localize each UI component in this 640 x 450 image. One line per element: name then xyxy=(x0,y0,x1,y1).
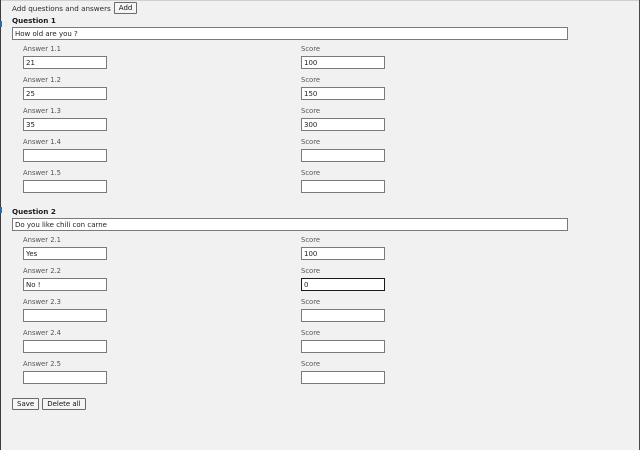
score-input[interactable] xyxy=(301,309,385,322)
page-header: Add questions and answers Add xyxy=(12,2,138,14)
answer-row: Answer 1.4 Score xyxy=(12,138,572,169)
question-title: Question 2 xyxy=(12,207,56,216)
answer-input[interactable] xyxy=(23,149,107,162)
score-field-group: Score xyxy=(301,329,385,353)
answer-input[interactable] xyxy=(23,56,107,69)
answer-input[interactable] xyxy=(23,340,107,353)
answer-row: Answer 1.1 Score xyxy=(12,45,572,76)
answer-field-group: Answer 2.5 xyxy=(23,360,107,384)
answer-input[interactable] xyxy=(23,371,107,384)
score-label: Score xyxy=(301,236,321,244)
score-field-group: Score xyxy=(301,107,385,131)
answer-field-group: Answer 1.4 xyxy=(23,138,107,162)
score-field-group: Score xyxy=(301,169,385,193)
score-label: Score xyxy=(301,107,321,115)
window-left-border xyxy=(0,0,1,450)
score-input[interactable] xyxy=(301,56,385,69)
question-title: Question 1 xyxy=(12,16,56,25)
answer-label: Answer 1.2 xyxy=(23,76,62,84)
score-label: Score xyxy=(301,329,321,337)
score-input[interactable] xyxy=(301,247,385,260)
answer-field-group: Answer 1.2 xyxy=(23,76,107,100)
answer-field-group: Answer 2.1 xyxy=(23,236,107,260)
score-label: Score xyxy=(301,138,321,146)
answer-row: Answer 2.3 Score xyxy=(12,298,572,329)
score-field-group: Score xyxy=(301,76,385,100)
answer-input[interactable] xyxy=(23,247,107,260)
score-label: Score xyxy=(301,267,321,275)
score-field-group: Score xyxy=(301,298,385,322)
score-input[interactable] xyxy=(301,149,385,162)
answer-row: Answer 2.1 Score xyxy=(12,236,572,267)
answer-label: Answer 2.2 xyxy=(23,267,62,275)
score-field-group: Score xyxy=(301,45,385,69)
answer-label: Answer 2.5 xyxy=(23,360,62,368)
score-field-group: Score xyxy=(301,138,385,162)
answer-row: Answer 1.5 Score xyxy=(12,169,572,200)
answer-label: Answer 1.5 xyxy=(23,169,62,177)
question-block-1: Question 1 Answer 1.1 Score Answer 1.2 S… xyxy=(12,16,572,200)
edge-marker xyxy=(0,21,2,27)
answer-row: Answer 1.2 Score xyxy=(12,76,572,107)
answer-input[interactable] xyxy=(23,309,107,322)
answer-field-group: Answer 2.4 xyxy=(23,329,107,353)
answer-label: Answer 1.1 xyxy=(23,45,62,53)
answer-label: Answer 2.4 xyxy=(23,329,62,337)
answer-field-group: Answer 1.3 xyxy=(23,107,107,131)
form-actions: Save Delete all xyxy=(12,398,86,410)
answer-label: Answer 2.3 xyxy=(23,298,62,306)
score-input[interactable] xyxy=(301,180,385,193)
window-top-border xyxy=(0,0,640,1)
delete-all-button[interactable]: Delete all xyxy=(42,398,86,410)
score-field-group: Score xyxy=(301,267,385,291)
question-input[interactable] xyxy=(12,218,568,231)
answer-row: Answer 2.2 Score xyxy=(12,267,572,298)
score-label: Score xyxy=(301,298,321,306)
save-button[interactable]: Save xyxy=(12,398,40,410)
question-input[interactable] xyxy=(12,27,568,40)
score-label: Score xyxy=(301,76,321,84)
score-label: Score xyxy=(301,360,321,368)
answer-field-group: Answer 1.1 xyxy=(23,45,107,69)
score-label: Score xyxy=(301,169,321,177)
score-input[interactable] xyxy=(301,278,385,291)
answer-field-group: Answer 2.2 xyxy=(23,267,107,291)
score-input[interactable] xyxy=(301,118,385,131)
answer-row: Answer 2.4 Score xyxy=(12,329,572,360)
score-input[interactable] xyxy=(301,340,385,353)
add-button[interactable]: Add xyxy=(113,2,138,14)
score-field-group: Score xyxy=(301,236,385,260)
header-label: Add questions and answers xyxy=(12,3,111,13)
answer-row: Answer 1.3 Score xyxy=(12,107,572,138)
score-input[interactable] xyxy=(301,371,385,384)
score-input[interactable] xyxy=(301,87,385,100)
answer-label: Answer 1.4 xyxy=(23,138,62,146)
answer-input[interactable] xyxy=(23,180,107,193)
answer-field-group: Answer 1.5 xyxy=(23,169,107,193)
question-block-2: Question 2 Answer 2.1 Score Answer 2.2 S… xyxy=(12,207,572,391)
answer-row: Answer 2.5 Score xyxy=(12,360,572,391)
answer-input[interactable] xyxy=(23,118,107,131)
score-field-group: Score xyxy=(301,360,385,384)
answer-label: Answer 2.1 xyxy=(23,236,62,244)
score-label: Score xyxy=(301,45,321,53)
answer-label: Answer 1.3 xyxy=(23,107,62,115)
answer-field-group: Answer 2.3 xyxy=(23,298,107,322)
answer-input[interactable] xyxy=(23,87,107,100)
answer-input[interactable] xyxy=(23,278,107,291)
edge-marker xyxy=(0,207,2,213)
